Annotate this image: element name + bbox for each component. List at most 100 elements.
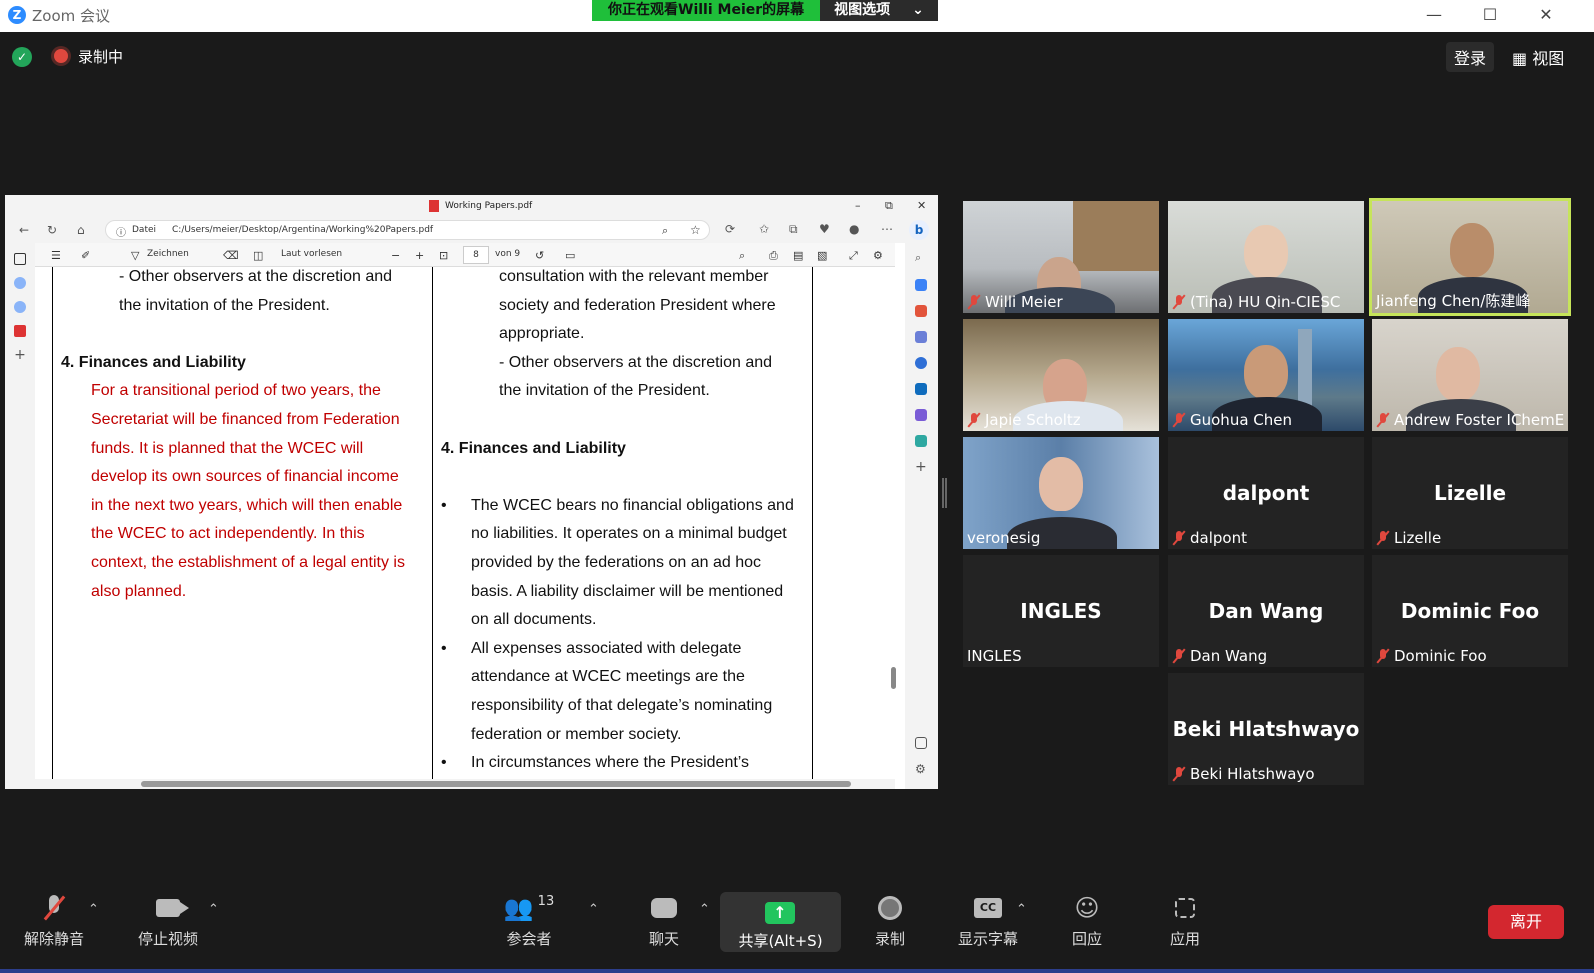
shared-screen: Working Papers.pdf – ⧉ ✕ ← ↻ ⌂ ⓘ Datei C… bbox=[5, 195, 938, 789]
login-button[interactable]: 登录 bbox=[1446, 42, 1495, 72]
participant-display-name: dalpont bbox=[1222, 481, 1310, 505]
view-button[interactable]: ▦ 视图 bbox=[1506, 42, 1570, 72]
participant-face bbox=[1436, 347, 1480, 401]
participant-name-text: INGLES bbox=[967, 647, 1022, 665]
participant-face bbox=[1039, 457, 1083, 511]
right-column: consultation with the relevant member so… bbox=[441, 267, 794, 778]
participant-name-text: Dan Wang bbox=[1190, 647, 1268, 665]
minimize-button[interactable]: — bbox=[1414, 3, 1454, 27]
draw-label: Zeichnen bbox=[147, 249, 189, 259]
participant-name: (Tina) HU Qin-CIESC bbox=[1172, 293, 1340, 311]
participant-tile[interactable]: Guohua Chen bbox=[1168, 319, 1364, 431]
back-icon: ← bbox=[19, 223, 30, 237]
participant-tile-active-speaker[interactable]: Jianfeng Chen/陈建峰 bbox=[1369, 198, 1571, 316]
participant-display-name: Lizelle bbox=[1433, 481, 1507, 505]
view-options-button[interactable]: 视图选项 ⌄ bbox=[820, 0, 938, 21]
security-shield-icon[interactable]: ✓ bbox=[12, 47, 32, 67]
participant-tile[interactable]: Dan Wang Dan Wang bbox=[1168, 555, 1364, 667]
maximize-button[interactable]: ☐ bbox=[1470, 3, 1510, 27]
smiley-icon: ☺ bbox=[1074, 894, 1100, 922]
save-as-icon: ▧ bbox=[817, 249, 828, 262]
share-screen-button[interactable]: ↑ 共享(Alt+S) bbox=[720, 892, 841, 952]
page-total-label: von 9 bbox=[495, 249, 521, 259]
participants-caret-icon[interactable]: ⌃ bbox=[588, 902, 599, 917]
participant-name: Dan Wang bbox=[1172, 647, 1267, 665]
participant-tile[interactable]: Japie Scholtz bbox=[963, 319, 1159, 431]
participant-tile[interactable]: Andrew Foster IChemE bbox=[1372, 319, 1568, 431]
participant-tile[interactable]: INGLES INGLES bbox=[963, 555, 1159, 667]
zoom-icon: ⌕ bbox=[662, 224, 669, 237]
participant-name-text: Beki Hlatshwayo bbox=[1190, 765, 1315, 783]
close-button[interactable]: ✕ bbox=[1526, 3, 1566, 27]
participant-name-text: Guohua Chen bbox=[1190, 411, 1292, 429]
save-icon: ▤ bbox=[793, 249, 804, 262]
doc-line: the invitation of the President. bbox=[119, 296, 330, 314]
muted-mic-icon bbox=[1376, 530, 1390, 546]
audio-options-caret-icon[interactable]: ⌃ bbox=[88, 902, 99, 917]
participant-tile[interactable]: Willi Meier bbox=[963, 201, 1159, 313]
reactions-button[interactable]: ☺ 回应 bbox=[1062, 888, 1112, 949]
doc-line: context, the establishment of a legal en… bbox=[91, 553, 405, 571]
captions-caret-icon[interactable]: ⌃ bbox=[1016, 902, 1027, 917]
participant-tile[interactable]: Lizelle Lizelle bbox=[1372, 437, 1568, 549]
captions-button[interactable]: CC 显示字幕 bbox=[952, 888, 1024, 949]
reactions-label: 回应 bbox=[1071, 930, 1102, 948]
doc-line: the invitation of the President. bbox=[499, 382, 710, 400]
info-icon: ⓘ bbox=[116, 228, 126, 239]
muted-mic-icon bbox=[1376, 412, 1390, 428]
pdf-tab-icon bbox=[14, 325, 26, 337]
two-page-icon: ▭ bbox=[565, 249, 576, 262]
recording-label: 录制中 bbox=[78, 48, 124, 66]
doc-line: federation or member society. bbox=[471, 725, 682, 743]
favorite-star-icon: ☆ bbox=[690, 223, 701, 237]
participants-button[interactable]: 👥 13 参会者 bbox=[496, 888, 562, 949]
section-heading: 4. Finances and Liability bbox=[61, 353, 246, 371]
stop-video-button[interactable]: 停止视频 bbox=[128, 888, 208, 949]
participant-tile[interactable]: dalpont dalpont bbox=[1168, 437, 1364, 549]
participant-tile[interactable]: Beki Hlatshwayo Beki Hlatshwayo bbox=[1168, 673, 1364, 785]
participant-name-text: Japie Scholtz bbox=[985, 411, 1081, 429]
participant-name: Japie Scholtz bbox=[967, 411, 1081, 429]
record-button[interactable]: 录制 bbox=[862, 888, 918, 949]
browser-sidebar: ⌕ + ⚙ bbox=[905, 243, 938, 789]
shield-icon: ♥ bbox=[819, 222, 830, 236]
sidebar-send-icon bbox=[915, 435, 927, 447]
page-view-icon: ◫ bbox=[253, 249, 264, 262]
settings-icon: ⚙ bbox=[873, 249, 883, 262]
muted-mic-icon bbox=[967, 412, 981, 428]
muted-mic-icon bbox=[1172, 530, 1186, 546]
zoom-tab-icon bbox=[14, 301, 26, 313]
participant-display-name: Beki Hlatshwayo bbox=[1172, 717, 1360, 741]
participant-name-text: dalpont bbox=[1190, 529, 1247, 547]
search-icon: ⌕ bbox=[915, 251, 922, 264]
table-border bbox=[52, 267, 53, 779]
doc-line: All expenses associated with delegate bbox=[471, 639, 742, 657]
participant-name-text: Dominic Foo bbox=[1394, 647, 1487, 665]
leave-button[interactable]: 离开 bbox=[1488, 905, 1564, 939]
bullet-item: • The WCEC bears no financial obligation… bbox=[441, 492, 794, 635]
pdf-page: - Other observers at the discretion and … bbox=[35, 267, 891, 779]
unmute-button[interactable]: 解除静音 bbox=[14, 888, 94, 949]
participant-name: Dominic Foo bbox=[1376, 647, 1487, 665]
participant-name-text: Jianfeng Chen/陈建峰 bbox=[1376, 292, 1531, 310]
browser-address-row: ← ↻ ⌂ ⓘ Datei C:/Users/meier/Desktop/Arg… bbox=[5, 217, 938, 243]
participant-face bbox=[1244, 345, 1288, 399]
muted-mic-icon bbox=[1172, 766, 1186, 782]
video-options-caret-icon[interactable]: ⌃ bbox=[208, 902, 219, 917]
participant-tile[interactable]: veronesig bbox=[963, 437, 1159, 549]
app-title: Zoom 会议 bbox=[32, 7, 111, 25]
chat-caret-icon[interactable]: ⌃ bbox=[699, 902, 710, 917]
apps-button[interactable]: 应用 bbox=[1160, 888, 1210, 949]
participant-tile[interactable]: (Tina) HU Qin-CIESC bbox=[1168, 201, 1364, 313]
panel-splitter-handle[interactable] bbox=[942, 478, 947, 508]
video-background-tower bbox=[1298, 329, 1312, 409]
refresh-icon: ↻ bbox=[47, 223, 58, 237]
participant-name-text: Andrew Foster IChemE bbox=[1394, 411, 1565, 429]
chat-button[interactable]: 聊天 bbox=[634, 888, 694, 949]
participant-name: veronesig bbox=[967, 529, 1040, 547]
table-border bbox=[432, 267, 433, 779]
participant-tile[interactable]: Dominic Foo Dominic Foo bbox=[1372, 555, 1568, 667]
share-banner: 你正在观看Willi Meier的屏幕 视图选项 ⌄ bbox=[592, 0, 938, 21]
